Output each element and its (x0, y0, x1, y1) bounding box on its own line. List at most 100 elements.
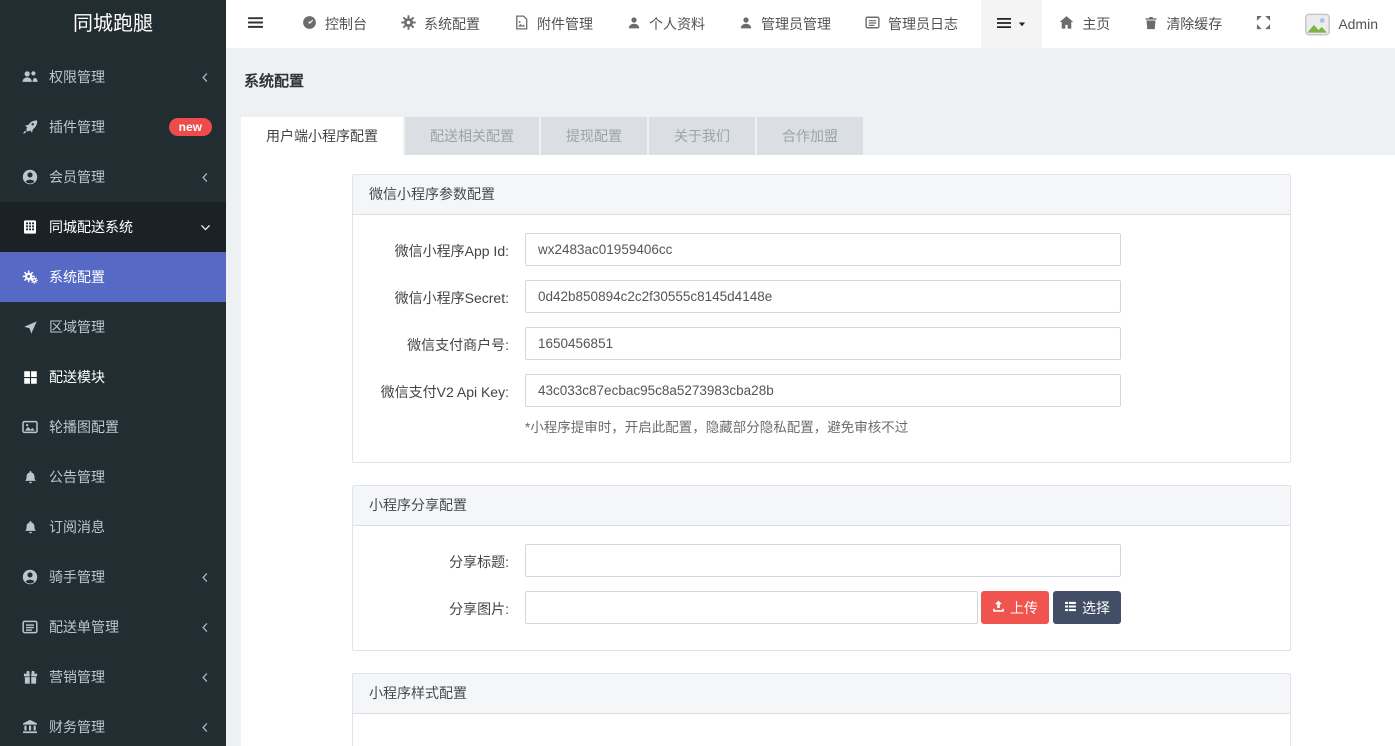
caret-down-icon (1017, 16, 1027, 32)
rocket-icon (21, 119, 39, 135)
section-body: 首页顶部样式: 样式一 样式二 (353, 714, 1290, 746)
nav-item-attachments[interactable]: 附件管理 (497, 0, 610, 48)
chevron-left-icon (199, 71, 212, 84)
sidebar-item-delivery-orders[interactable]: 配送单管理 (0, 602, 226, 652)
sidebar-item-label: 区域管理 (49, 317, 105, 337)
bell-icon (21, 470, 39, 485)
nav-item-label: 管理员日志 (888, 14, 958, 34)
trash-icon (1144, 16, 1158, 33)
chevron-left-icon (199, 721, 212, 734)
sidebar-item-announcements[interactable]: 公告管理 (0, 452, 226, 502)
chevron-left-icon (199, 171, 212, 184)
hamburger-icon (247, 14, 264, 34)
nav-item-label: 控制台 (325, 14, 367, 34)
nav-item-dashboard[interactable]: 控制台 (285, 0, 384, 48)
merchant-id-input[interactable] (525, 327, 1121, 360)
chevron-left-icon (199, 621, 212, 634)
list-select-icon (1064, 600, 1077, 616)
share-title-input[interactable] (525, 544, 1121, 577)
secret-input[interactable] (525, 280, 1121, 313)
select-button[interactable]: 选择 (1053, 591, 1121, 624)
bell-icon (21, 520, 39, 535)
share-image-input[interactable] (525, 591, 978, 624)
brand-title: 同城跑腿 (0, 0, 226, 48)
sidebar-item-label: 营销管理 (49, 667, 105, 687)
tab-withdraw-config[interactable]: 提现配置 (541, 117, 647, 155)
sidebar-item-delivery-system[interactable]: 同城配送系统 (0, 202, 226, 252)
section-title: 微信小程序参数配置 (353, 175, 1290, 215)
select-button-label: 选择 (1082, 598, 1110, 618)
sidebar-item-carousel[interactable]: 轮播图配置 (0, 402, 226, 452)
nav-item-label: 附件管理 (537, 14, 593, 34)
form-row-appid: 微信小程序App Id: (353, 233, 1290, 266)
sidebar-item-delivery-modules[interactable]: 配送模块 (0, 352, 226, 402)
user-menu[interactable]: Admin (1288, 0, 1395, 48)
section-style-config: 小程序样式配置 首页顶部样式: 样式一 样式二 (352, 673, 1291, 746)
chevron-left-icon (199, 571, 212, 584)
home-button[interactable]: 主页 (1042, 0, 1127, 48)
avatar (1305, 12, 1330, 37)
bank-icon (21, 719, 39, 735)
th-large-icon (21, 370, 39, 385)
list-icon (996, 15, 1012, 34)
sidebar-item-label: 同城配送系统 (49, 217, 133, 237)
chevron-down-icon (199, 221, 212, 234)
nav-item-label: 个人资料 (649, 14, 705, 34)
section-title: 小程序分享配置 (353, 486, 1290, 526)
nav-item-admin-management[interactable]: 管理员管理 (722, 0, 848, 48)
menu-dropdown-button[interactable] (981, 0, 1042, 48)
form-row-merchant-id: 微信支付商户号: (353, 327, 1290, 360)
sidebar-item-label: 权限管理 (49, 67, 105, 87)
app-grid-icon (21, 219, 39, 235)
user-icon (739, 16, 753, 33)
sidebar-item-label: 系统配置 (49, 267, 105, 287)
sidebar-item-finance[interactable]: 财务管理 (0, 702, 226, 746)
sidebar-menu: 权限管理 插件管理 new 会员管理 同城配送系统 系统配置 区域管理 (0, 52, 226, 746)
sidebar-item-label: 配送模块 (49, 367, 105, 387)
sidebar-item-permissions[interactable]: 权限管理 (0, 52, 226, 102)
tab-about-us[interactable]: 关于我们 (649, 117, 755, 155)
form-row-share-title: 分享标题: (353, 544, 1290, 577)
section-wechat-params: 微信小程序参数配置 微信小程序App Id: 微信小程序Secret: 微信支付… (352, 174, 1291, 463)
appid-label: 微信小程序App Id: (353, 233, 525, 266)
sidebar-item-label: 插件管理 (49, 117, 105, 137)
share-title-label: 分享标题: (353, 544, 525, 577)
form-row-secret: 微信小程序Secret: (353, 280, 1290, 313)
apikey-label: 微信支付V2 Api Key: (353, 374, 525, 436)
file-image-icon (514, 15, 529, 33)
section-share-config: 小程序分享配置 分享标题: 分享图片: 上传 (352, 485, 1291, 651)
sidebar-item-label: 配送单管理 (49, 617, 119, 637)
users-icon (21, 69, 39, 85)
sidebar-item-plugins[interactable]: 插件管理 new (0, 102, 226, 152)
sidebar-item-label: 骑手管理 (49, 567, 105, 587)
upload-button[interactable]: 上传 (981, 591, 1049, 624)
tab-delivery-config[interactable]: 配送相关配置 (405, 117, 539, 155)
nav-item-system-config[interactable]: 系统配置 (384, 0, 497, 48)
sidebar-item-marketing[interactable]: 营销管理 (0, 652, 226, 702)
clear-cache-button[interactable]: 清除缓存 (1127, 0, 1239, 48)
apikey-input[interactable] (525, 374, 1121, 407)
user-icon (627, 16, 641, 33)
merchant-id-label: 微信支付商户号: (353, 327, 525, 360)
tab-user-miniprogram-config[interactable]: 用户端小程序配置 (241, 117, 403, 155)
secret-label: 微信小程序Secret: (353, 280, 525, 313)
form-row-share-image: 分享图片: 上传 选择 (353, 591, 1290, 624)
sidebar-item-label: 财务管理 (49, 717, 105, 737)
list-alt-icon (865, 15, 880, 33)
sidebar-item-riders[interactable]: 骑手管理 (0, 552, 226, 602)
chevron-left-icon (199, 671, 212, 684)
sidebar-item-members[interactable]: 会员管理 (0, 152, 226, 202)
form-row-apikey: 微信支付V2 Api Key: *小程序提审时，开启此配置，隐藏部分隐私配置，避… (353, 374, 1290, 436)
nav-item-admin-logs[interactable]: 管理员日志 (848, 0, 975, 48)
sidebar-toggle-button[interactable] (226, 0, 285, 48)
nav-item-label: 管理员管理 (761, 14, 831, 34)
fullscreen-button[interactable] (1239, 0, 1288, 48)
nav-item-profile[interactable]: 个人资料 (610, 0, 722, 48)
sidebar-item-system-config[interactable]: 系统配置 (0, 252, 226, 302)
gift-icon (21, 670, 39, 685)
tab-cooperation[interactable]: 合作加盟 (757, 117, 863, 155)
appid-input[interactable] (525, 233, 1121, 266)
sidebar-item-subscriptions[interactable]: 订阅消息 (0, 502, 226, 552)
sidebar-item-regions[interactable]: 区域管理 (0, 302, 226, 352)
section-body: 分享标题: 分享图片: 上传 选择 (353, 526, 1290, 650)
